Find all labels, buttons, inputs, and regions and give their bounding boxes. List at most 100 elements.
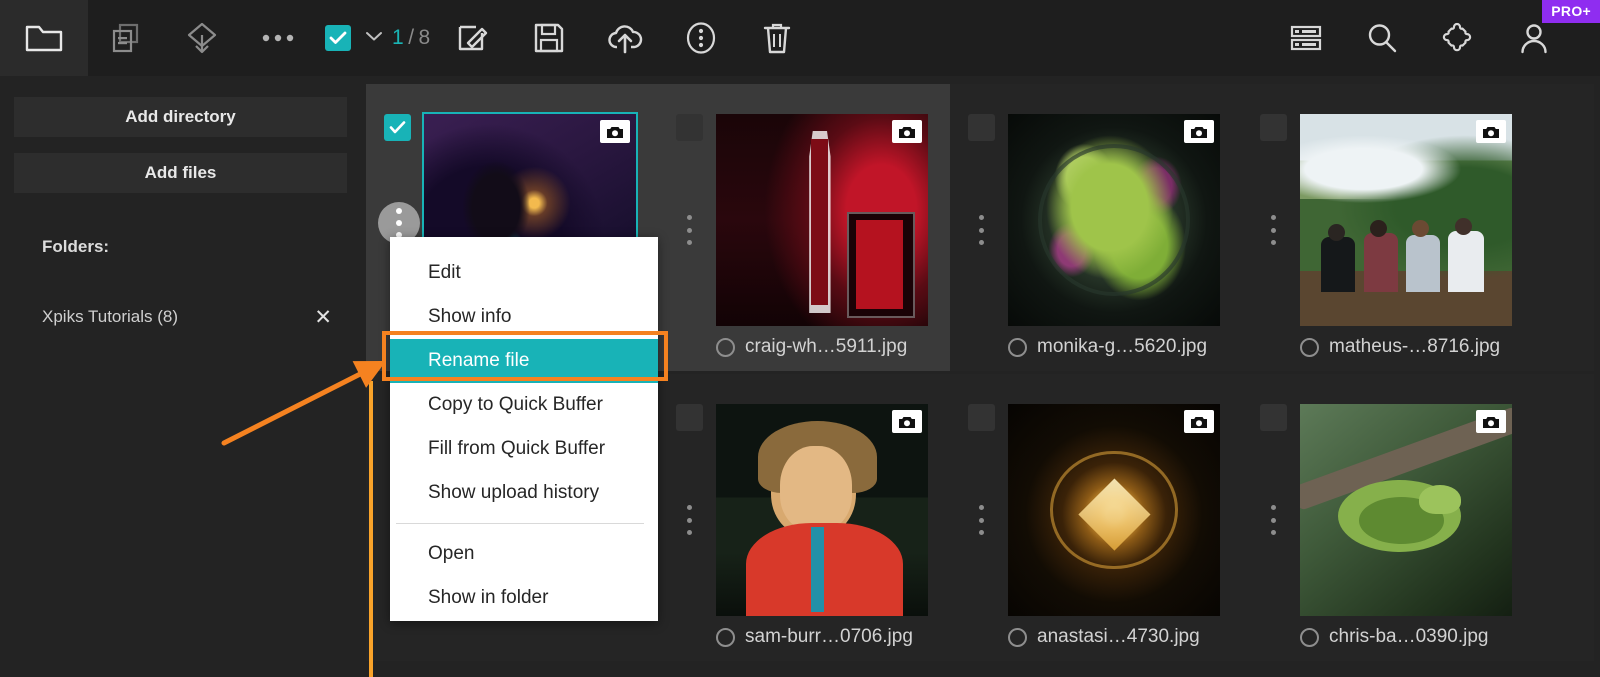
thumbnail-image[interactable] [1008, 114, 1220, 326]
copy-icon [109, 21, 143, 55]
card-radio[interactable] [716, 338, 735, 357]
menu-item-rename-file[interactable]: Rename file [390, 339, 658, 383]
count-current: 1 [392, 26, 404, 50]
menu-item-fill-from-quick-buffer[interactable]: Fill from Quick Buffer [390, 427, 658, 471]
pro-badge[interactable]: PRO+ [1542, 0, 1600, 23]
menu-item-copy-to-quick-buffer[interactable]: Copy to Quick Buffer [390, 383, 658, 427]
card-radio[interactable] [716, 628, 735, 647]
more-dots-button[interactable] [240, 0, 316, 76]
checkbox-checked-icon [325, 25, 351, 51]
account-icon [1519, 22, 1549, 54]
trash-icon [762, 21, 792, 55]
camera-icon [892, 120, 922, 143]
selection-counter: 1 / 8 [388, 0, 435, 76]
grid-card[interactable]: chris-ba…0390.jpg [1242, 374, 1534, 661]
camera-icon [600, 120, 630, 143]
folders-label: Folders: [42, 237, 109, 257]
save-button[interactable] [511, 0, 587, 76]
grid-card-partial[interactable] [1534, 84, 1600, 371]
plugins-icon [1442, 22, 1474, 54]
delete-button[interactable] [739, 0, 815, 76]
card-checkbox[interactable] [384, 114, 411, 141]
camera-icon [892, 410, 922, 433]
menu-item-show-upload-history[interactable]: Show upload history [390, 471, 658, 515]
edit-icon [456, 21, 490, 55]
grid-card[interactable]: craig-wh…5911.jpg [658, 84, 950, 371]
thumbnail-image[interactable] [716, 114, 928, 326]
annotation-arrow [210, 345, 400, 455]
grid-card[interactable]: monika-g…5620.jpg [950, 84, 1242, 371]
grid-card[interactable]: sam-burr…0706.jpg [658, 374, 950, 661]
card-filename: chris-ba…0390.jpg [1329, 626, 1488, 648]
card-menu-button[interactable] [1261, 210, 1286, 250]
close-icon[interactable]: ✕ [312, 307, 334, 328]
card-radio[interactable] [1300, 338, 1319, 357]
upload-button[interactable] [587, 0, 663, 76]
upload-icon [606, 22, 644, 54]
chevron-down-icon [365, 29, 383, 47]
export-icon [184, 21, 220, 55]
camera-icon [1184, 410, 1214, 433]
card-menu-button[interactable] [1261, 500, 1286, 540]
card-filename: sam-burr…0706.jpg [745, 626, 913, 648]
layout-icon [1290, 24, 1322, 52]
toolbar-right-group [1268, 0, 1572, 76]
more-actions-button[interactable] [663, 0, 739, 76]
card-checkbox[interactable] [1260, 404, 1287, 431]
menu-item-open[interactable]: Open [390, 532, 658, 576]
count-separator: / [408, 26, 414, 50]
card-radio[interactable] [1008, 338, 1027, 357]
card-checkbox[interactable] [676, 114, 703, 141]
thumbnail-image[interactable] [1300, 404, 1512, 616]
export-button[interactable] [164, 0, 240, 76]
card-checkbox[interactable] [1260, 114, 1287, 141]
select-all-checkbox[interactable] [316, 0, 360, 76]
xpiks-window: 1 / 8 [0, 0, 1600, 677]
add-files-button[interactable]: Add files [14, 153, 347, 193]
card-radio[interactable] [1300, 628, 1319, 647]
main-toolbar: 1 / 8 [0, 0, 1600, 76]
card-filename: monika-g…5620.jpg [1037, 336, 1207, 358]
count-total: 8 [419, 26, 431, 50]
grid-card[interactable]: matheus-…8716.jpg [1242, 84, 1534, 371]
card-filename: matheus-…8716.jpg [1329, 336, 1500, 358]
folder-button[interactable] [0, 0, 88, 76]
card-checkbox[interactable] [968, 114, 995, 141]
search-icon [1366, 22, 1398, 54]
folder-icon [25, 23, 63, 53]
card-checkbox[interactable] [676, 404, 703, 431]
grid-card[interactable]: anastasi…4730.jpg [950, 374, 1242, 661]
card-menu-button[interactable] [677, 210, 702, 250]
more-dots-icon [261, 33, 295, 43]
plugins-button[interactable] [1420, 0, 1496, 76]
layout-button[interactable] [1268, 0, 1344, 76]
right-edge-gutter [1594, 76, 1600, 677]
folder-list-item[interactable]: Xpiks Tutorials (8) ✕ [42, 304, 334, 330]
context-menu: Edit Show info Rename file Copy to Quick… [390, 237, 658, 621]
search-button[interactable] [1344, 0, 1420, 76]
thumbnail-image[interactable] [716, 404, 928, 616]
menu-item-show-in-folder[interactable]: Show in folder [390, 576, 658, 620]
folder-name: Xpiks Tutorials (8) [42, 307, 178, 327]
camera-icon [1476, 120, 1506, 143]
copy-button[interactable] [88, 0, 164, 76]
card-filename: craig-wh…5911.jpg [745, 336, 907, 358]
edit-button[interactable] [435, 0, 511, 76]
card-radio[interactable] [1008, 628, 1027, 647]
menu-divider [396, 523, 644, 524]
selection-dropdown-button[interactable] [360, 0, 388, 76]
camera-icon [1184, 120, 1214, 143]
card-menu-button[interactable] [969, 500, 994, 540]
thumbnail-image[interactable] [1008, 404, 1220, 616]
camera-icon [1476, 410, 1506, 433]
save-icon [533, 22, 565, 54]
menu-item-edit[interactable]: Edit [390, 251, 658, 295]
card-menu-button[interactable] [969, 210, 994, 250]
add-directory-button[interactable]: Add directory [14, 97, 347, 137]
menu-item-show-info[interactable]: Show info [390, 295, 658, 339]
card-filename: anastasi…4730.jpg [1037, 626, 1200, 648]
card-menu-button[interactable] [677, 500, 702, 540]
thumbnail-image[interactable] [1300, 114, 1512, 326]
grid-card-partial[interactable] [1534, 374, 1600, 661]
card-checkbox[interactable] [968, 404, 995, 431]
